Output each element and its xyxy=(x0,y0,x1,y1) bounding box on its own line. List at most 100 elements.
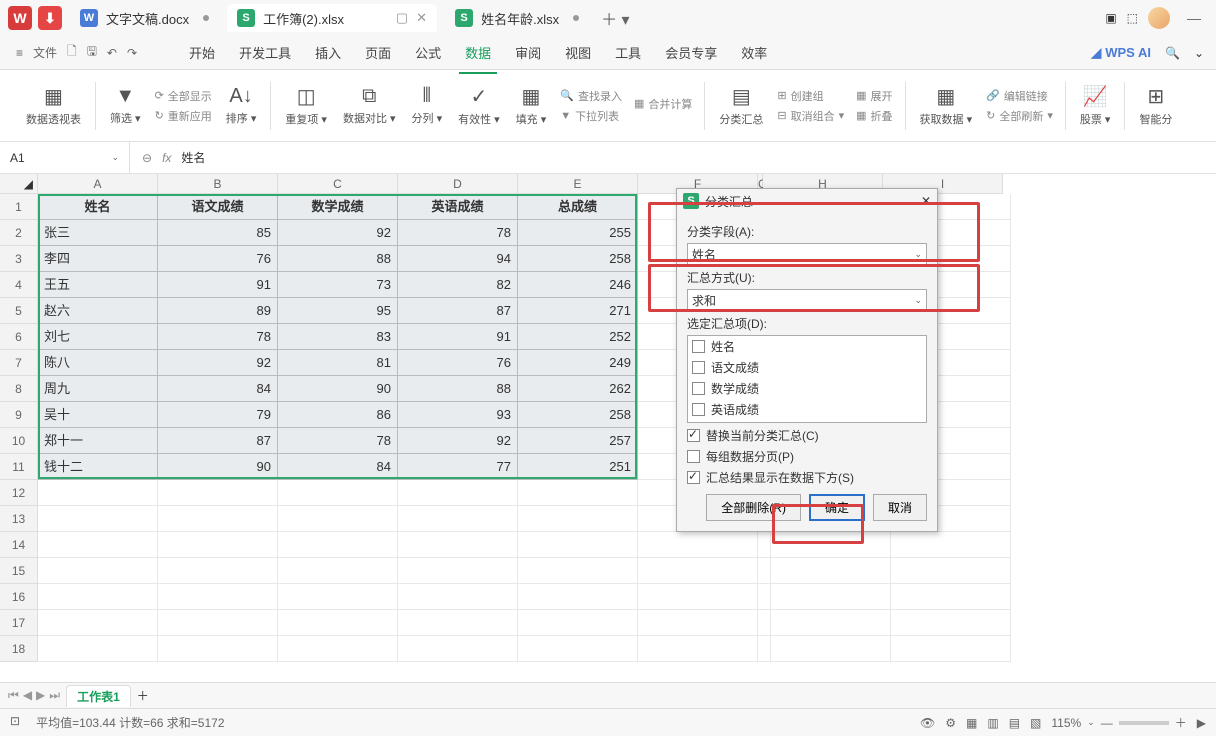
subtotal-item[interactable]: 语文成绩 xyxy=(688,357,926,378)
col-header[interactable]: E xyxy=(518,174,638,194)
cell[interactable]: 262 xyxy=(518,376,638,402)
cell[interactable]: 87 xyxy=(398,298,518,324)
eye-icon[interactable]: 👁 xyxy=(920,716,935,730)
cell[interactable] xyxy=(758,636,771,662)
undo-icon[interactable]: ↶ xyxy=(107,46,117,60)
view-layout-icon[interactable]: ▥ xyxy=(987,716,998,730)
smart-button[interactable]: ⊞智能分 xyxy=(1131,84,1180,127)
consolidate-button[interactable]: ▦ 合并计算 xyxy=(634,96,692,112)
lookup-button[interactable]: 🔍 查找录入 xyxy=(560,88,622,104)
remove-all-button[interactable]: 全部删除(R) xyxy=(706,494,801,521)
cell[interactable] xyxy=(278,506,398,532)
cell[interactable]: 246 xyxy=(518,272,638,298)
cell[interactable] xyxy=(38,532,158,558)
method-select[interactable]: 求和⌄ xyxy=(687,289,927,311)
redo-icon[interactable]: ↷ xyxy=(127,46,137,60)
row-header[interactable]: 15 xyxy=(0,558,38,584)
select-all-corner[interactable]: ◢ xyxy=(0,174,38,194)
collapse-button[interactable]: ▦ 折叠 xyxy=(856,108,892,124)
col-header[interactable]: D xyxy=(398,174,518,194)
cell[interactable]: 92 xyxy=(158,350,278,376)
menu-开发工具[interactable]: 开发工具 xyxy=(229,37,301,68)
cell[interactable]: 81 xyxy=(278,350,398,376)
tab-doc[interactable]: W 文字文稿.docx xyxy=(70,4,219,32)
row-header[interactable]: 17 xyxy=(0,610,38,636)
pivot-button[interactable]: ▦数据透视表 xyxy=(18,84,89,127)
cell[interactable]: 252 xyxy=(518,324,638,350)
row-header[interactable]: 8 xyxy=(0,376,38,402)
cell[interactable] xyxy=(638,584,758,610)
cell[interactable] xyxy=(398,506,518,532)
cell[interactable] xyxy=(891,558,1011,584)
cell[interactable]: 87 xyxy=(158,428,278,454)
cell[interactable]: 语文成绩 xyxy=(158,194,278,220)
cell[interactable] xyxy=(278,584,398,610)
cell[interactable] xyxy=(758,532,771,558)
cell[interactable]: 陈八 xyxy=(38,350,158,376)
cell[interactable] xyxy=(38,636,158,662)
cell[interactable] xyxy=(771,610,891,636)
view-normal-icon[interactable]: ▦ xyxy=(966,716,977,730)
cell[interactable]: 86 xyxy=(278,402,398,428)
cell[interactable]: 赵六 xyxy=(38,298,158,324)
cell[interactable] xyxy=(518,532,638,558)
cell[interactable]: 郑十一 xyxy=(38,428,158,454)
cell[interactable] xyxy=(518,558,638,584)
hamburger-icon[interactable]: ≡ xyxy=(16,46,23,60)
cell[interactable] xyxy=(398,636,518,662)
tab-ages[interactable]: S 姓名年龄.xlsx xyxy=(445,4,589,32)
cell[interactable]: 78 xyxy=(158,324,278,350)
menu-开始[interactable]: 开始 xyxy=(179,37,225,68)
pdf-app-icon[interactable]: ⬇ xyxy=(38,6,62,30)
cell[interactable]: 76 xyxy=(158,246,278,272)
add-sheet-button[interactable]: ＋ xyxy=(137,687,149,704)
cell[interactable]: 255 xyxy=(518,220,638,246)
cell[interactable]: 271 xyxy=(518,298,638,324)
gear-icon[interactable]: ⚙ xyxy=(945,716,956,730)
cell[interactable] xyxy=(638,558,758,584)
cell[interactable]: 79 xyxy=(158,402,278,428)
row-header[interactable]: 12 xyxy=(0,480,38,506)
cell[interactable]: 258 xyxy=(518,402,638,428)
new-icon[interactable]: 🗋 xyxy=(67,42,77,63)
row-header[interactable]: 11 xyxy=(0,454,38,480)
cube-icon[interactable]: ⬚ xyxy=(1127,11,1138,25)
reapply-button[interactable]: ↻ 重新应用 xyxy=(155,108,212,124)
cell[interactable] xyxy=(771,558,891,584)
save-icon[interactable]: 🖫 xyxy=(87,42,97,63)
cell[interactable]: 91 xyxy=(158,272,278,298)
first-sheet-icon[interactable]: ⏮ xyxy=(8,688,19,703)
name-box[interactable]: A1⌄ xyxy=(0,142,130,173)
ungroup-button[interactable]: ⊟ 取消组合 ▾ xyxy=(777,108,844,124)
fill-button[interactable]: ▦填充 ▾ xyxy=(508,84,555,127)
ok-button[interactable]: 确定 xyxy=(809,494,865,521)
expand-button[interactable]: ▦ 展开 xyxy=(856,88,892,104)
cell[interactable] xyxy=(158,558,278,584)
subtotal-item[interactable]: 英语成绩 xyxy=(688,399,926,420)
cell[interactable] xyxy=(278,480,398,506)
close-icon[interactable]: ✕ xyxy=(416,10,427,26)
cell[interactable] xyxy=(38,480,158,506)
field-select[interactable]: 姓名⌄ xyxy=(687,243,927,265)
cell[interactable] xyxy=(278,558,398,584)
cell[interactable] xyxy=(771,584,891,610)
cell[interactable] xyxy=(771,532,891,558)
cell[interactable]: 91 xyxy=(398,324,518,350)
row-header[interactable]: 6 xyxy=(0,324,38,350)
row-header[interactable]: 9 xyxy=(0,402,38,428)
cell[interactable]: 249 xyxy=(518,350,638,376)
row-header[interactable]: 7 xyxy=(0,350,38,376)
dialog-titlebar[interactable]: S 分类汇总 ✕ xyxy=(677,189,937,213)
menu-效率[interactable]: 效率 xyxy=(731,37,777,68)
cell[interactable] xyxy=(398,532,518,558)
cell[interactable]: 84 xyxy=(158,376,278,402)
row-header[interactable]: 5 xyxy=(0,298,38,324)
cell[interactable]: 周九 xyxy=(38,376,158,402)
tab-split-icon[interactable]: ▢ xyxy=(396,10,408,26)
cell[interactable] xyxy=(758,558,771,584)
row-header[interactable]: 3 xyxy=(0,246,38,272)
fx-icon[interactable]: fx xyxy=(162,151,171,165)
cell[interactable]: 李四 xyxy=(38,246,158,272)
subtotal-item[interactable]: 数学成绩 xyxy=(688,378,926,399)
cell[interactable] xyxy=(158,532,278,558)
